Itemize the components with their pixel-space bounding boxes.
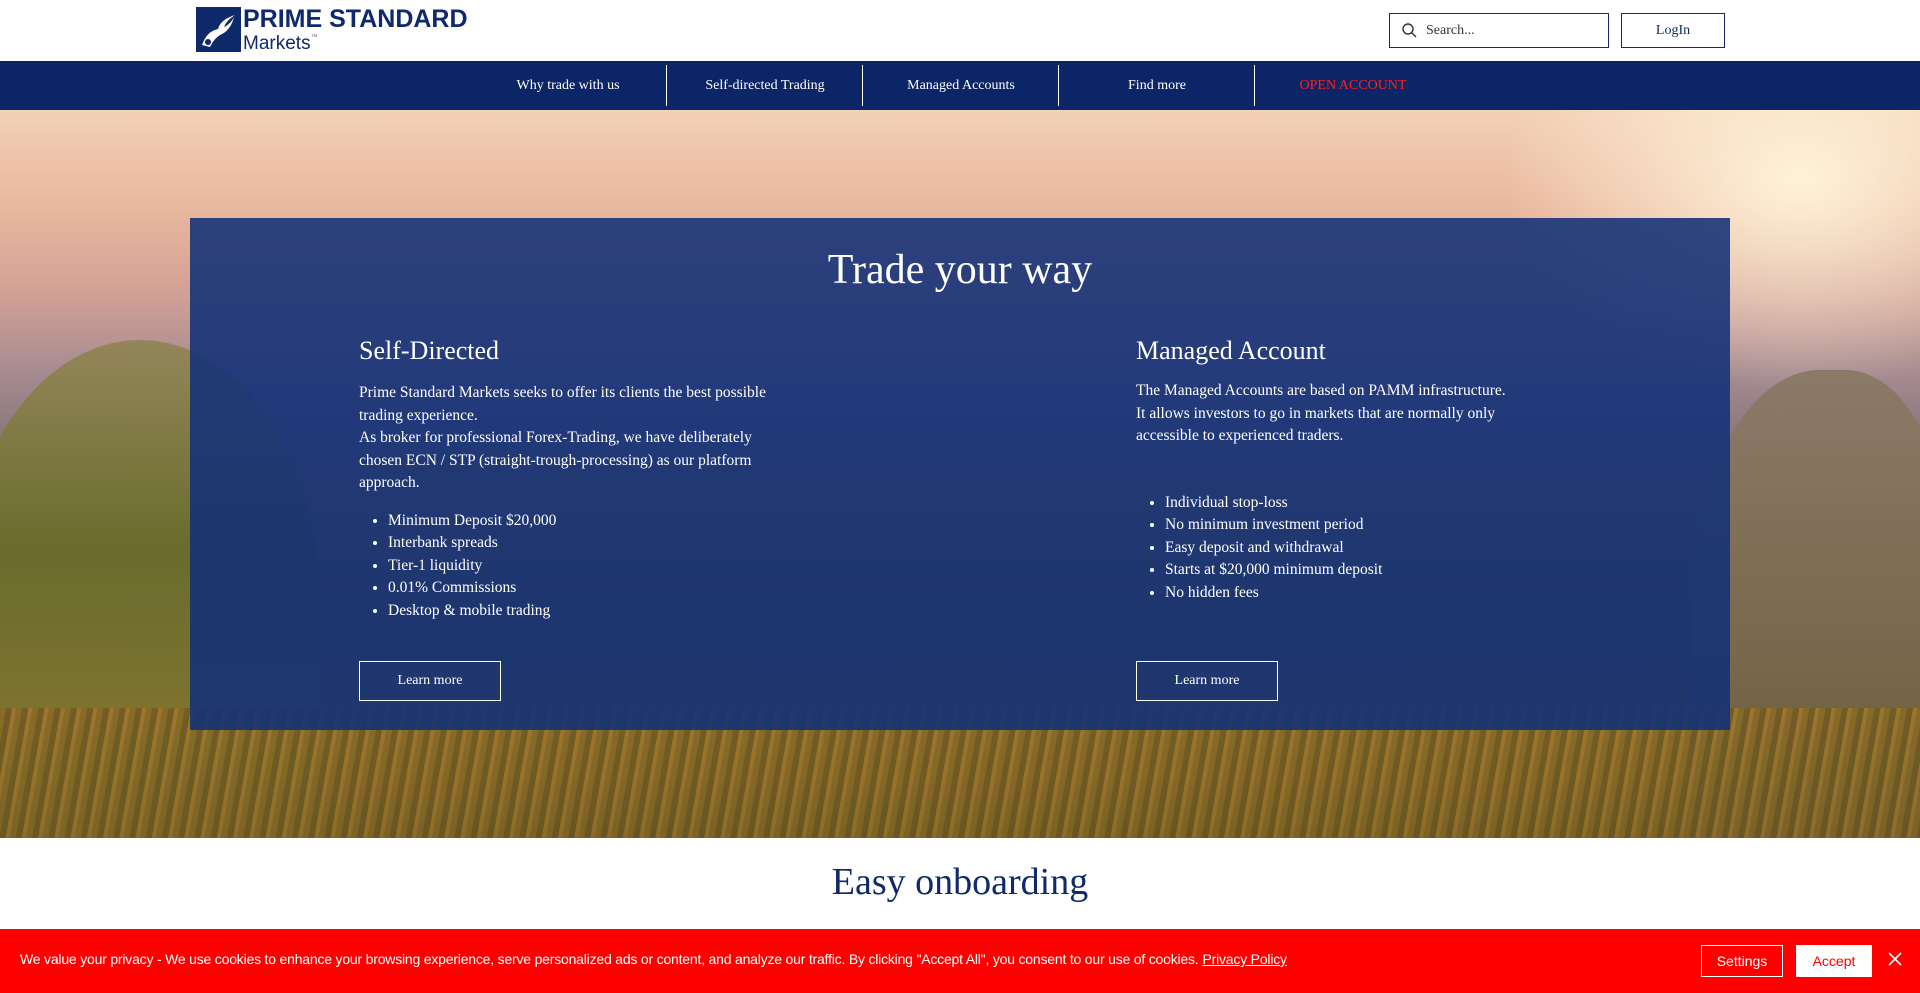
list-item: Easy deposit and withdrawal bbox=[1165, 537, 1556, 560]
cookie-accept-button[interactable]: Accept bbox=[1796, 945, 1872, 977]
main-nav: Why trade with us Self-directed Trading … bbox=[0, 61, 1920, 110]
section-title: Easy onboarding bbox=[831, 861, 1089, 903]
cookie-message: We value your privacy - We use cookies t… bbox=[20, 951, 1199, 967]
list-item: Tier-1 liquidity bbox=[388, 555, 779, 578]
brand-logo[interactable]: PRIME STANDARD Markets™ bbox=[196, 4, 468, 54]
nav-item-managed-accounts[interactable]: Managed Accounts bbox=[863, 65, 1059, 106]
search-box[interactable] bbox=[1389, 13, 1609, 48]
hero-section: Trade your way Self-Directed Prime Stand… bbox=[0, 110, 1920, 838]
column-text: As broker for professional Forex-Trading… bbox=[359, 429, 752, 491]
feature-list: Minimum Deposit $20,000 Interbank spread… bbox=[359, 510, 779, 623]
login-button[interactable]: LogIn bbox=[1621, 13, 1725, 48]
nav-item-self-directed[interactable]: Self-directed Trading bbox=[667, 65, 863, 106]
cookie-banner: We value your privacy - We use cookies t… bbox=[0, 929, 1920, 993]
cookie-settings-button[interactable]: Settings bbox=[1701, 945, 1783, 977]
column-text: It allows investors to go in markets tha… bbox=[1136, 404, 1496, 445]
nav-item-open-account[interactable]: OPEN ACCOUNT bbox=[1255, 65, 1451, 106]
nav-item-find-more[interactable]: Find more bbox=[1059, 65, 1255, 106]
column-title: Managed Account bbox=[1136, 336, 1326, 365]
list-item: 0.01% Commissions bbox=[388, 577, 779, 600]
logo-subtitle: Markets bbox=[243, 32, 311, 54]
trademark: ™ bbox=[310, 33, 318, 41]
column-text: The Managed Accounts are based on PAMM i… bbox=[1136, 382, 1506, 399]
privacy-policy-link[interactable]: Privacy Policy bbox=[1203, 951, 1288, 967]
self-directed-column: Self-Directed Prime Standard Markets see… bbox=[359, 336, 779, 622]
list-item: Individual stop-loss bbox=[1165, 492, 1556, 515]
feature-list: Individual stop-loss No minimum investme… bbox=[1136, 492, 1556, 605]
close-icon[interactable] bbox=[1887, 951, 1903, 967]
learn-more-managed-button[interactable]: Learn more bbox=[1136, 661, 1278, 701]
list-item: Interbank spreads bbox=[388, 532, 779, 555]
list-item: No minimum investment period bbox=[1165, 514, 1556, 537]
bull-logo-icon bbox=[196, 7, 241, 52]
list-item: Desktop & mobile trading bbox=[388, 600, 779, 623]
list-item: Minimum Deposit $20,000 bbox=[388, 510, 779, 533]
managed-account-column: Managed Account The Managed Accounts are… bbox=[1136, 336, 1556, 604]
top-header: PRIME STANDARD Markets™ LogIn bbox=[0, 0, 1920, 61]
column-text: Prime Standard Markets seeks to offer it… bbox=[359, 384, 766, 424]
learn-more-self-directed-button[interactable]: Learn more bbox=[359, 661, 501, 701]
nav-item-why-trade[interactable]: Why trade with us bbox=[470, 65, 666, 106]
list-item: No hidden fees bbox=[1165, 582, 1556, 605]
logo-title: PRIME STANDARD bbox=[243, 4, 468, 33]
panel-title: Trade your way bbox=[827, 247, 1093, 293]
list-item: Starts at $20,000 minimum deposit bbox=[1165, 559, 1556, 582]
search-input[interactable] bbox=[1426, 22, 1596, 39]
search-icon bbox=[1402, 23, 1417, 38]
trade-panel: Trade your way Self-Directed Prime Stand… bbox=[190, 218, 1730, 730]
column-title: Self-Directed bbox=[359, 336, 500, 365]
